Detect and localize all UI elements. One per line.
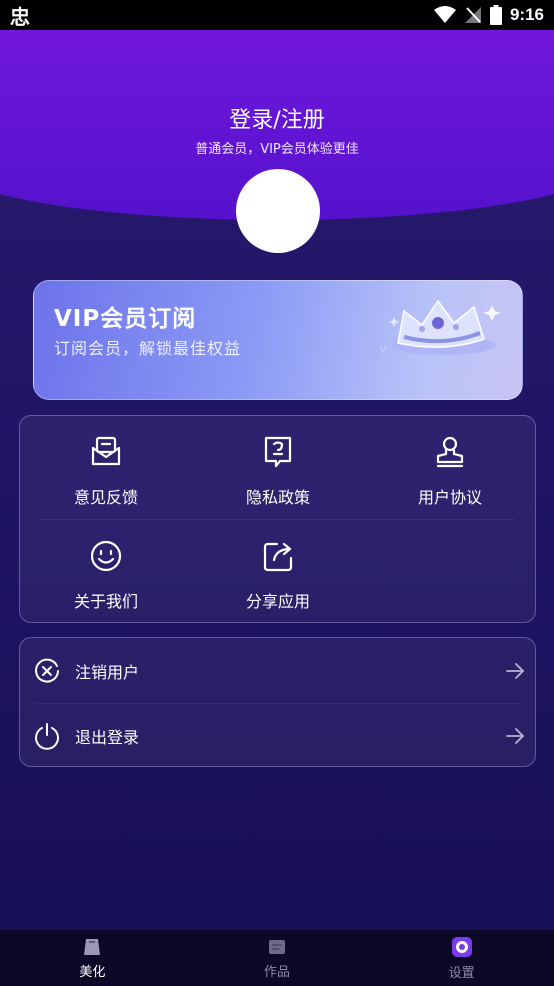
battery-icon [489,5,502,25]
status-icons: 9:16 [433,5,544,25]
wifi-icon [433,6,456,23]
menu-item-user-agreement[interactable]: 用户协议 [364,416,536,516]
svg-text:V: V [380,345,387,356]
smile-icon [90,540,122,572]
nav-tab-settings[interactable]: 设置 [369,930,554,986]
nav-label: 美化 [79,964,106,980]
menu-item-about-us[interactable]: 关于我们 [20,520,192,620]
nav-tab-works[interactable]: 作品 [185,930,370,986]
menu-item-label: 意见反馈 [73,488,138,507]
menu-item-label: 关于我们 [73,592,138,611]
cancel-account-icon [35,658,59,683]
menu-item-privacy-policy[interactable]: 隐私政策 [192,416,364,516]
clock: 9:16 [509,5,544,24]
arrow-right-icon [506,727,524,744]
feedback-icon [91,436,121,466]
app-notification-icon: 忠 [10,4,30,29]
beautify-icon [84,938,101,955]
menu-item-logout[interactable]: 退出登录 [20,703,537,768]
works-icon [269,939,285,954]
status-bar: 忠 9:16 [0,0,554,30]
menu-item-label: 注销用户 [75,662,140,682]
share-icon [263,542,293,572]
privacy-icon [264,436,292,468]
membership-hint: 普通会员，VIP会员体验更佳 [195,142,359,157]
power-icon [35,722,59,750]
service-menu-card: 意见反馈 隐私政策 用户协议 关于我们 分享应用 [19,415,536,623]
vip-banner-title: VIP会员订阅 [54,306,197,332]
bottom-navigation: 美化 作品 设置 [0,930,554,986]
crown-icon: V [380,299,501,356]
menu-item-cancel-account[interactable]: 注销用户 [20,638,537,703]
no-signal-icon [464,7,481,23]
nav-tab-beautify[interactable]: 美化 [0,930,185,986]
menu-item-label: 隐私政策 [245,488,310,507]
nav-label: 设置 [448,965,475,981]
vip-subscription-banner[interactable]: VIP会员订阅 订阅会员，解锁最佳权益 V [33,280,523,400]
settings-icon [451,936,472,957]
account-menu-card: 注销用户 退出登录 [19,637,536,767]
menu-item-label: 用户协议 [417,488,482,507]
arrow-right-icon [506,662,524,679]
login-register-link[interactable]: 登录/注册 [0,102,554,134]
menu-item-label: 分享应用 [245,592,310,611]
menu-item-feedback[interactable]: 意见反馈 [20,416,192,516]
menu-item-share-app[interactable]: 分享应用 [192,520,364,620]
vip-banner-subtitle: 订阅会员，解锁最佳权益 [54,339,242,358]
avatar[interactable] [236,169,320,253]
menu-item-label: 退出登录 [75,727,140,747]
agreement-icon [436,436,464,468]
nav-label: 作品 [264,964,291,980]
